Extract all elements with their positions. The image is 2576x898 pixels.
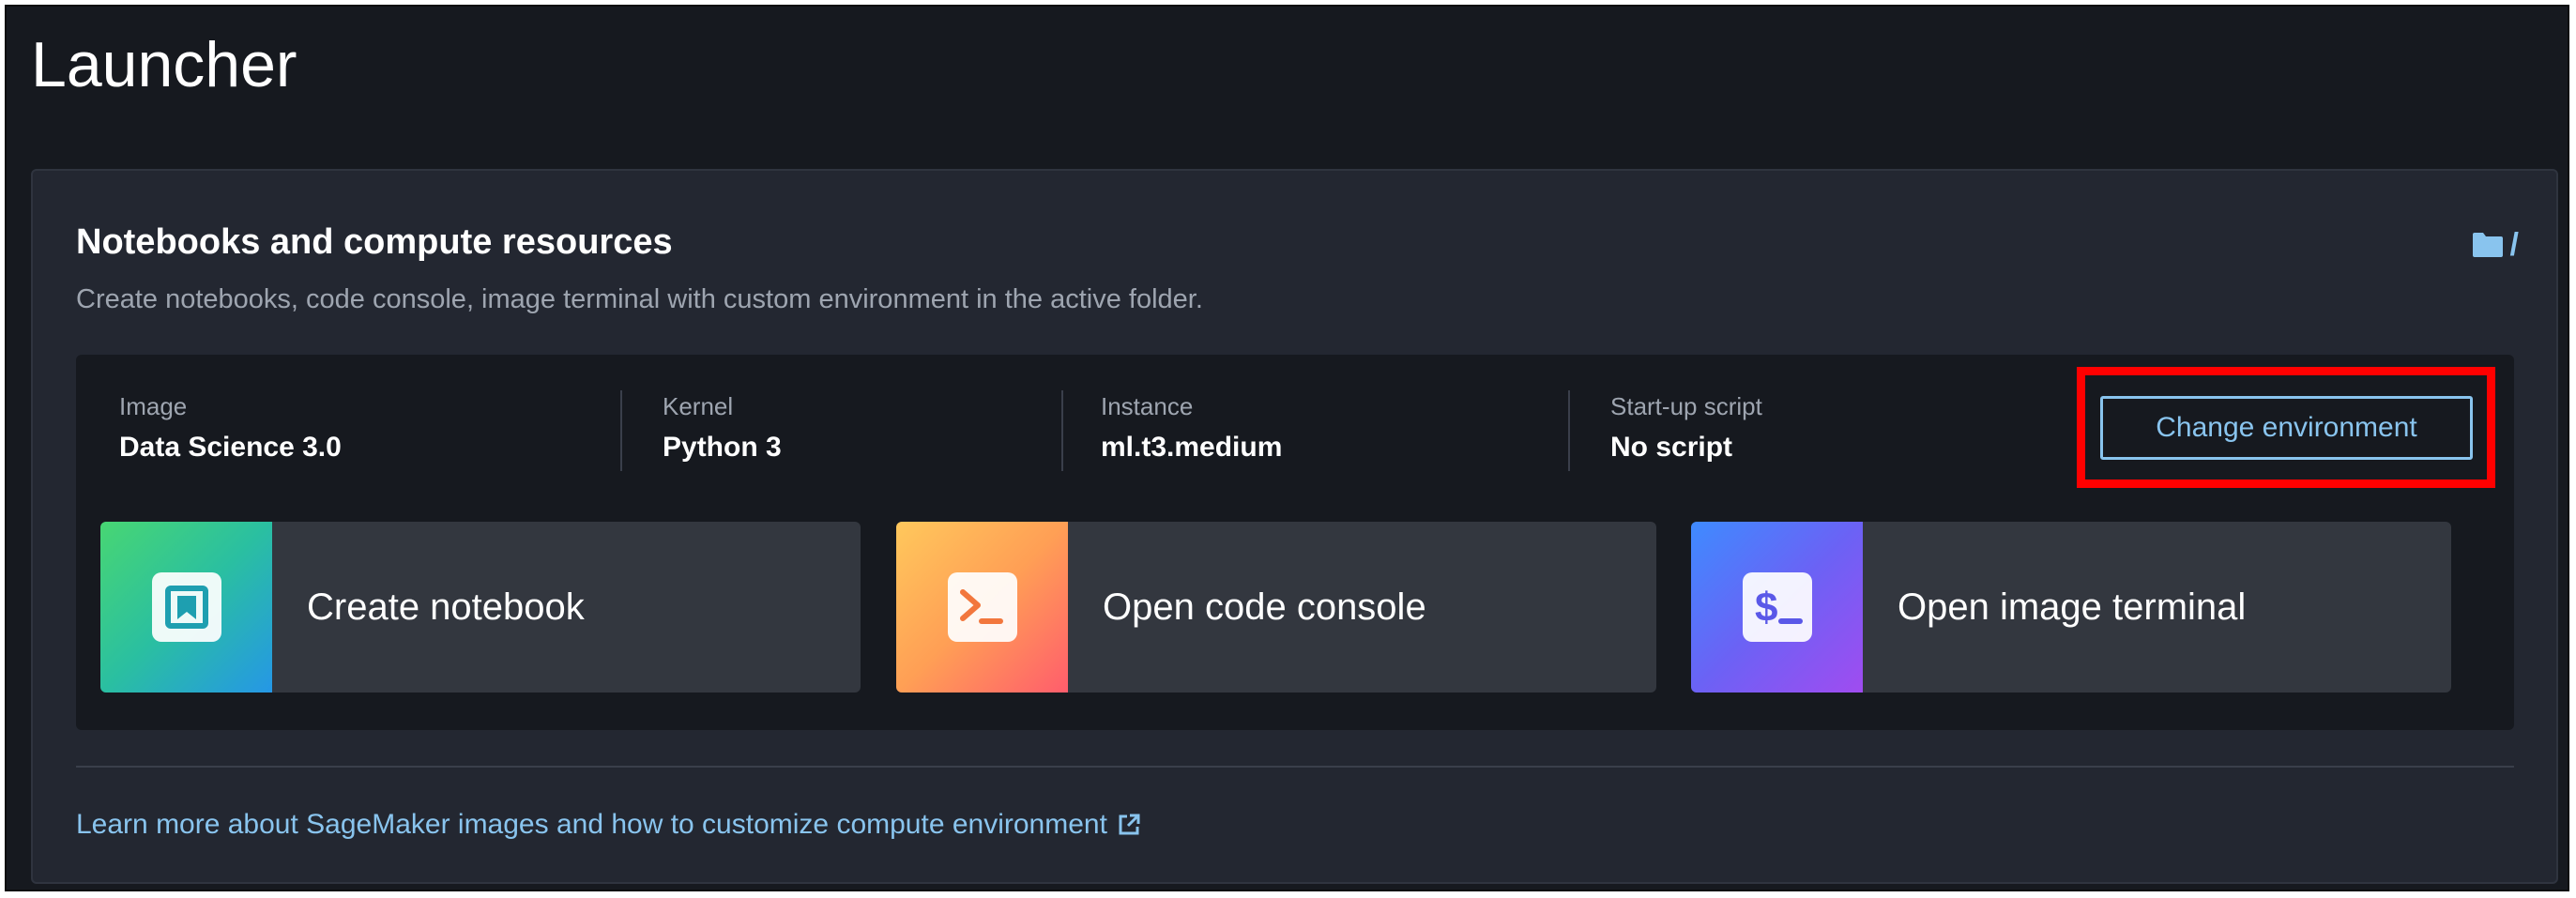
terminal-icon: $ [1742,572,1812,642]
env-divider [1568,390,1570,471]
env-image: Image Data Science 3.0 [119,392,342,467]
learn-more-label: Learn more about SageMaker images and ho… [76,809,1107,840]
env-instance-value: ml.t3.medium [1101,432,1283,464]
highlight-box [2077,367,2495,488]
env-image-label: Image [119,392,188,420]
env-divider [620,390,622,471]
create-notebook-label: Create notebook [307,586,585,628]
env-instance-label: Instance [1101,392,1194,420]
env-image-value: Data Science 3.0 [119,432,342,464]
env-startup-label: Start-up script [1610,392,1762,420]
notebooks-panel: Notebooks and compute resources Create n… [31,169,2558,884]
env-startup-script: Start-up script No script [1610,392,1762,467]
open-code-console-card[interactable]: Open code console [896,522,1656,693]
learn-more-link[interactable]: Learn more about SageMaker images and ho… [76,809,1141,841]
terminal-icon-tile: $ [1691,522,1863,693]
svg-text:$: $ [1755,585,1777,631]
open-image-terminal-label: Open image terminal [1898,586,2247,628]
folder-icon [2471,231,2505,259]
folder-path: / [2509,227,2519,263]
external-link-icon [1117,813,1141,837]
page-title: Launcher [31,29,297,100]
env-divider [1061,390,1063,471]
create-notebook-card[interactable]: Create notebook [100,522,861,693]
console-icon [947,572,1017,642]
launcher-window: Launcher Notebooks and compute resources… [5,5,2569,891]
open-code-console-label: Open code console [1103,586,1426,628]
env-instance: Instance ml.t3.medium [1101,392,1282,467]
env-kernel-label: Kernel [663,392,734,420]
notebook-icon [151,572,221,642]
active-folder[interactable]: / [2471,229,2519,261]
section-subtitle: Create notebooks, code console, image te… [76,284,1203,314]
env-kernel-value: Python 3 [663,432,782,464]
env-startup-value: No script [1610,432,1733,464]
section-divider [76,766,2514,768]
console-icon-tile [896,522,1068,693]
open-image-terminal-card[interactable]: $ Open image terminal [1691,522,2451,693]
env-kernel: Kernel Python 3 [663,392,782,467]
notebook-icon-tile [100,522,272,693]
section-title: Notebooks and compute resources [76,222,673,262]
